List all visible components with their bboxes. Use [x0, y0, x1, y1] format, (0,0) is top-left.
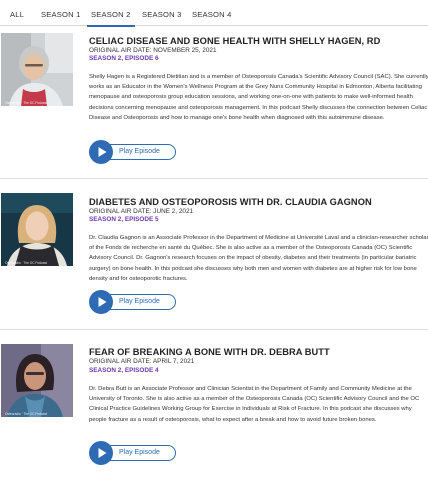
photo-credit: Osteoradio · The OC Podcast: [5, 261, 47, 265]
photo-credit: Osteoradio · The OC Podcast: [5, 101, 47, 105]
guest-photo: [1, 344, 73, 417]
episode-description: Shelly Hagen is a Registered Dietitian a…: [89, 74, 428, 121]
episode-title[interactable]: CELIAC DISEASE AND BONE HEALTH WITH SHEL…: [89, 36, 380, 46]
episode-divider: [0, 329, 428, 330]
tab-season-4[interactable]: SEASON 4: [192, 10, 232, 19]
air-date: ORIGINAL AIR DATE: APRIL 7, 2021: [89, 358, 195, 365]
episode-thumbnail[interactable]: Osteoradio · The OC Podcast: [1, 33, 73, 106]
play-episode-label: Play Episode: [119, 297, 160, 305]
play-episode-label: Play Episode: [119, 448, 160, 456]
season-episode-label: SEASON 2, EPISODE 4: [89, 367, 159, 374]
season-episode-label: SEASON 2, EPISODE 5: [89, 216, 159, 223]
air-date: ORIGINAL AIR DATE: NOVEMBER 25, 2021: [89, 47, 217, 54]
tab-season-2[interactable]: SEASON 2: [87, 10, 135, 27]
tab-all[interactable]: ALL: [10, 10, 24, 19]
tab-season-1[interactable]: SEASON 1: [41, 10, 81, 19]
guest-photo: [1, 193, 73, 266]
play-episode-button[interactable]: Play Episode: [89, 441, 176, 465]
season-episode-label: SEASON 2, EPISODE 6: [89, 55, 159, 62]
play-icon: [89, 290, 113, 314]
episode-thumbnail[interactable]: Osteoradio · The OC Podcast: [1, 344, 73, 417]
guest-photo: [1, 33, 73, 106]
play-episode-label: Play Episode: [119, 147, 160, 155]
play-icon: [89, 441, 113, 465]
episode-thumbnail[interactable]: Osteoradio · The OC Podcast: [1, 193, 73, 266]
episode-title[interactable]: DIABETES AND OSTEOPOROSIS WITH DR. CLAUD…: [89, 197, 372, 207]
play-episode-button[interactable]: Play Episode: [89, 290, 176, 314]
episode-description: Dr. Debra Butt is an Associate Professor…: [89, 386, 420, 423]
tab-season-3[interactable]: SEASON 3: [142, 10, 182, 19]
play-icon: [89, 140, 113, 164]
episode-title[interactable]: FEAR OF BREAKING A BONE WITH DR. DEBRA B…: [89, 347, 330, 357]
episode-divider: [0, 178, 428, 179]
air-date: ORIGINAL AIR DATE: JUNE 2, 2021: [89, 208, 194, 215]
episode-description: Dr. Claudia Gagnon is an Associate Profe…: [89, 235, 428, 282]
photo-credit: Osteoradio · The OC Podcast: [5, 412, 47, 416]
season-tab-bar: ALL SEASON 1 SEASON 2 SEASON 3 SEASON 4: [0, 0, 428, 27]
play-episode-button[interactable]: Play Episode: [89, 140, 176, 164]
